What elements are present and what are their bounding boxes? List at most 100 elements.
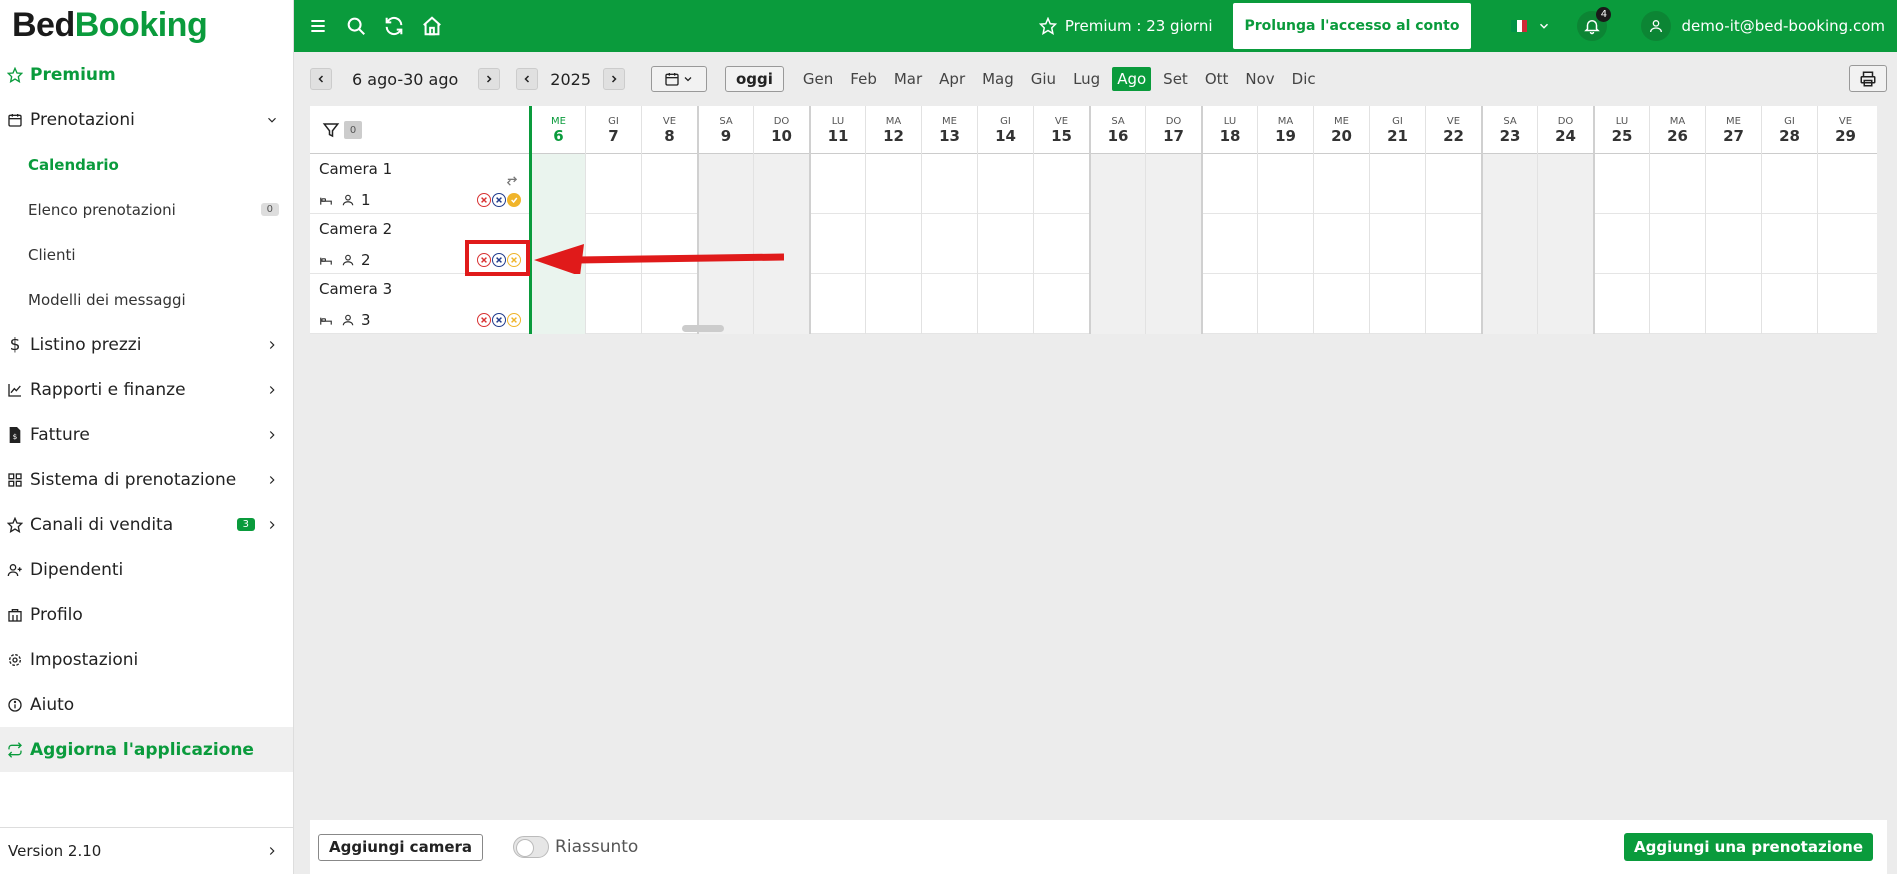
next-year-button[interactable]: [603, 68, 625, 90]
month-tab-giu[interactable]: Giu: [1026, 67, 1061, 91]
month-tab-ott[interactable]: Ott: [1200, 67, 1234, 91]
version-row[interactable]: Version 2.10: [0, 827, 293, 874]
prev-year-button[interactable]: [516, 68, 539, 90]
sidebar-subitem-clienti[interactable]: Clienti: [0, 232, 293, 277]
calendar-day-cell[interactable]: [753, 154, 809, 214]
filter-icon[interactable]: [322, 121, 340, 139]
sidebar-item-premium[interactable]: Premium: [0, 52, 293, 97]
calendar-day-cell[interactable]: [1761, 154, 1817, 214]
calendar-day-cell[interactable]: [977, 274, 1033, 334]
sidebar-item-aiuto[interactable]: Aiuto: [0, 682, 293, 727]
logo[interactable]: BedBooking: [0, 0, 293, 52]
date-picker-button[interactable]: [651, 66, 707, 92]
status-x-blue-icon[interactable]: [492, 313, 506, 327]
calendar-day-cell[interactable]: [1201, 274, 1257, 334]
calendar-day-cell[interactable]: [1705, 214, 1761, 274]
calendar-day-cell[interactable]: [1425, 214, 1481, 274]
sidebar-item-prenotazioni[interactable]: Prenotazioni: [0, 97, 293, 142]
month-tab-feb[interactable]: Feb: [845, 67, 882, 91]
sidebar-item-dipendenti[interactable]: Dipendenti: [0, 547, 293, 592]
status-check-yellow-icon[interactable]: [507, 193, 521, 207]
search-icon[interactable]: [342, 12, 370, 40]
calendar-day-cell[interactable]: [1145, 274, 1201, 334]
calendar-day-cell[interactable]: [1257, 154, 1313, 214]
calendar-day-cell[interactable]: [529, 274, 585, 334]
calendar-day-cell[interactable]: [697, 154, 753, 214]
sidebar-item-impostazioni[interactable]: Impostazioni: [0, 637, 293, 682]
sidebar-subitem-elenco-prenotazioni[interactable]: Elenco prenotazioni 0: [0, 187, 293, 232]
calendar-day-cell[interactable]: [921, 154, 977, 214]
month-tab-set[interactable]: Set: [1158, 67, 1193, 91]
calendar-day-cell[interactable]: [809, 274, 865, 334]
sidebar-item-profilo[interactable]: Profilo: [0, 592, 293, 637]
month-tab-lug[interactable]: Lug: [1068, 67, 1105, 91]
calendar-day-cell[interactable]: [1649, 214, 1705, 274]
calendar-day-cell[interactable]: [809, 154, 865, 214]
calendar-day-cell[interactable]: [1705, 274, 1761, 334]
calendar-day-cell[interactable]: [1257, 274, 1313, 334]
home-icon[interactable]: [418, 12, 446, 40]
calendar-day-cell[interactable]: [1369, 214, 1425, 274]
calendar-day-cell[interactable]: [1537, 274, 1593, 334]
sidebar-item-fatture[interactable]: $ Fatture: [0, 412, 293, 457]
calendar-day-cell[interactable]: [1817, 274, 1873, 334]
print-button[interactable]: [1849, 65, 1887, 92]
sidebar-subitem-calendario[interactable]: Calendario: [0, 142, 293, 187]
calendar-day-cell[interactable]: [1761, 214, 1817, 274]
today-button[interactable]: oggi: [725, 66, 784, 92]
calendar-day-cell[interactable]: [585, 274, 641, 334]
calendar-day-cell[interactable]: [809, 214, 865, 274]
sidebar-item-sistema[interactable]: Sistema di prenotazione: [0, 457, 293, 502]
calendar-day-cell[interactable]: [977, 154, 1033, 214]
calendar-day-cell[interactable]: [1313, 214, 1369, 274]
calendar-day-cell[interactable]: [865, 274, 921, 334]
calendar-day-cell[interactable]: [1481, 274, 1537, 334]
calendar-day-cell[interactable]: [1817, 214, 1873, 274]
calendar-day-cell[interactable]: [1369, 274, 1425, 334]
sidebar-item-listino-prezzi[interactable]: $ Listino prezzi: [0, 322, 293, 367]
extend-access-button[interactable]: Prolunga l'accesso al conto: [1232, 3, 1472, 49]
horizontal-scrollbar[interactable]: [682, 325, 724, 332]
month-tab-nov[interactable]: Nov: [1240, 67, 1279, 91]
premium-status[interactable]: Premium : 23 giorni: [1038, 17, 1213, 35]
month-tab-apr[interactable]: Apr: [934, 67, 970, 91]
summary-toggle[interactable]: [513, 836, 550, 858]
status-x-red-icon[interactable]: [477, 313, 491, 327]
calendar-day-cell[interactable]: [921, 274, 977, 334]
prev-range-button[interactable]: [310, 68, 332, 90]
month-tab-mar[interactable]: Mar: [889, 67, 927, 91]
room-cell[interactable]: Camera 1 1: [310, 154, 529, 214]
calendar-day-cell[interactable]: [1033, 214, 1089, 274]
month-tab-gen[interactable]: Gen: [798, 67, 838, 91]
status-x-blue-icon[interactable]: [492, 193, 506, 207]
calendar-day-cell[interactable]: [1593, 214, 1649, 274]
swap-arrows-icon[interactable]: [505, 176, 519, 186]
sidebar-subitem-modelli[interactable]: Modelli dei messaggi: [0, 277, 293, 322]
calendar-day-cell[interactable]: [1089, 154, 1145, 214]
calendar-day-cell[interactable]: [1481, 214, 1537, 274]
calendar-day-cell[interactable]: [1705, 154, 1761, 214]
month-tab-dic[interactable]: Dic: [1287, 67, 1321, 91]
calendar-day-cell[interactable]: [1145, 214, 1201, 274]
room-cell[interactable]: Camera 3 3: [310, 274, 529, 334]
user-menu[interactable]: demo-it@bed-booking.com: [1641, 11, 1885, 41]
calendar-day-cell[interactable]: [1089, 274, 1145, 334]
calendar-day-cell[interactable]: [1649, 274, 1705, 334]
next-range-button[interactable]: [478, 68, 501, 90]
calendar-day-cell[interactable]: [1033, 274, 1089, 334]
calendar-day-cell[interactable]: [641, 154, 697, 214]
sidebar-item-aggiorna[interactable]: Aggiorna l'applicazione: [0, 727, 293, 772]
notifications-button[interactable]: 4: [1577, 7, 1612, 41]
calendar-day-cell[interactable]: [1145, 154, 1201, 214]
calendar-day-cell[interactable]: [921, 214, 977, 274]
calendar-day-cell[interactable]: [1537, 154, 1593, 214]
month-tab-mag[interactable]: Mag: [977, 67, 1019, 91]
calendar-day-cell[interactable]: [1313, 274, 1369, 334]
calendar-day-cell[interactable]: [865, 154, 921, 214]
menu-icon[interactable]: [304, 12, 332, 40]
calendar-day-cell[interactable]: [865, 214, 921, 274]
status-x-red-icon[interactable]: [477, 193, 491, 207]
add-booking-button[interactable]: Aggiungi una prenotazione: [1624, 833, 1873, 861]
calendar-day-cell[interactable]: [1593, 154, 1649, 214]
calendar-day-cell[interactable]: [1761, 274, 1817, 334]
